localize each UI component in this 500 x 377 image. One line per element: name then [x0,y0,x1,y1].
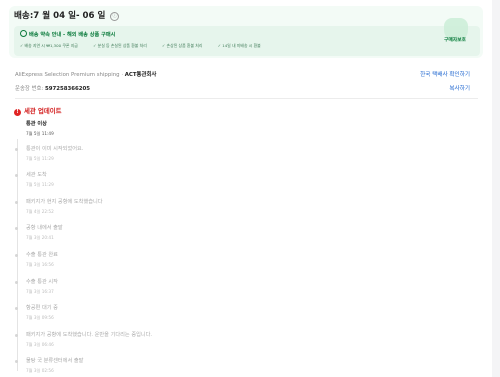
event-text: 통관 이상 [26,121,47,127]
guarantee-item-text: 손상된 상품 환불 처리 [166,43,203,48]
check-circle-icon [20,30,27,37]
timeline-dot [15,201,18,204]
timeline-dot [15,307,18,310]
event-time: 7월 3일 20:41 [26,235,54,240]
guarantee-title: 배송 약속 안내 - 해외 배송 상품 구매시 [20,30,115,38]
timeline-event: 수출 통관 완료 7월 3일 16:56 [15,251,58,268]
guarantee-items: ✓ 배송 지연 시 ₩1,300 쿠폰 지급 ✓ 분실 등 손실된 상품 환불 … [20,43,275,49]
event-time: 7월 3일 06:46 [26,342,54,347]
timeline-dot [15,360,18,363]
tracking-number-row: 운송장 번호: 597258366205 [15,84,90,92]
check-korean-carrier-link[interactable]: 한국 택배사 확인하기 [420,70,470,78]
event-text: 공항 내에서 출발 [26,225,63,231]
timeline-event: 통관이 이미 시작되었어요. 7월 5일 11:29 [15,145,84,162]
shipping-method-label: AliExpress Selection Premium shipping · [15,72,125,78]
buyer-protection-badge: 구매자보호 [434,18,474,56]
event-text: 항공편 대기 중 [26,305,58,311]
divider [15,98,478,99]
event-text: 통관이 이미 시작되었어요. [26,146,84,152]
guarantee-item-text: 14일 내 미배송 시 환불 [222,43,261,48]
scrollbar-track[interactable] [492,0,500,377]
event-time: 7월 5일 11:29 [26,182,54,187]
event-text: 세관 도착 [26,172,47,178]
event-time: 7월 3일 16:56 [26,262,54,267]
guarantee-item: ✓ 배송 지연 시 ₩1,300 쿠폰 지급 [20,43,78,48]
timeline-dot [15,254,18,257]
guarantee-item: ✓ 손상된 상품 환불 처리 [162,43,203,48]
event-text: 물탕 국 분류센터에서 출발 [26,358,84,364]
order-tracking-panel: 배송:7 월 04 일- 06 일 ⓘ 배송 약속 안내 - 해외 배송 상품 … [0,0,493,377]
event-text: 수출 통관 완료 [26,252,58,258]
delivery-date-range: 배송:7 월 04 일- 06 일 [14,11,106,21]
alert-icon: ! [14,109,21,116]
timeline-event: 항공편 대기 중 7월 3일 09:56 [15,304,58,321]
customs-update-title: 세관 업데이트 [24,107,62,115]
timeline-event: 공항 내에서 출발 7월 3일 20:41 [15,224,63,241]
event-text: 패키지가 공항에 도착했습니다. 운반을 기다리는 중입니다. [26,332,153,338]
delivery-header-card: 배송:7 월 04 일- 06 일 ⓘ 배송 약속 안내 - 해외 배송 상품 … [9,6,483,58]
timeline-event: 세관 도착 7월 5일 11:29 [15,171,54,188]
event-time: 7월 5일 11:49 [26,131,54,136]
timeline-event: 패키지가 현지 공항에 도착했습니다 7월 4일 22:52 [15,198,103,215]
event-time: 7월 4일 22:52 [26,209,54,214]
guarantee-item: ✓ 분실 등 손실된 상품 환불 처리 [93,43,147,48]
tracking-number: 597258366205 [45,86,91,92]
event-time: 7월 3일 16:37 [26,289,54,294]
timeline-event: 수출 통관 시작 7월 3일 16:37 [15,278,58,295]
customs-update-header: ! 세관 업데이트 [14,106,62,116]
timeline-dot [15,227,18,230]
guarantee-title-text: 배송 약속 안내 - 해외 배송 상품 구매시 [29,32,116,38]
tracking-number-label: 운송장 번호: [15,86,46,92]
guarantee-item-text: 분실 등 손실된 상품 환불 처리 [97,43,147,48]
delivery-guarantee-box[interactable]: 배송 약속 안내 - 해외 배송 상품 구매시 ✓ 배송 지연 시 ₩1,300… [14,18,480,56]
info-icon[interactable]: ⓘ [110,12,120,21]
shipping-method: AliExpress Selection Premium shipping · … [15,70,156,78]
timeline-dot [15,281,18,284]
carrier-name: ACT통관회사 [124,72,157,78]
copy-tracking-link[interactable]: 복사하기 [449,84,470,92]
guarantee-item-text: 배송 지연 시 ₩1,300 쿠폰 지급 [24,43,78,48]
delivery-title: 배송:7 월 04 일- 06 일 ⓘ [14,9,120,21]
timeline-event: 통관 이상 7월 5일 11:49 [26,120,54,137]
event-text: 수출 통관 시작 [26,279,58,285]
event-time: 7월 3일 02:56 [26,368,54,373]
timeline-dot [15,334,18,337]
event-time: 7월 5일 11:29 [26,156,54,161]
timeline-dot [15,174,18,177]
buyer-protection-label: 구매자보호 [443,38,467,43]
timeline-event: 패키지가 공항에 도착했습니다. 운반을 기다리는 중입니다. 7월 3일 06… [15,331,153,348]
event-text: 패키지가 현지 공항에 도착했습니다 [26,199,103,205]
event-time: 7월 3일 09:56 [26,315,54,320]
guarantee-item: ✓ 14일 내 미배송 시 환불 [217,43,261,48]
timeline-event: 물탕 국 분류센터에서 출발 7월 3일 02:56 [15,357,84,374]
timeline-dot [15,148,18,151]
